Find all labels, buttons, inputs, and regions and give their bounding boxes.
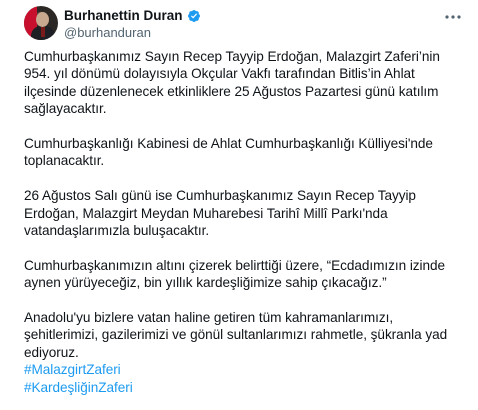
author-handle[interactable]: @burhanduran — [64, 25, 201, 40]
tweet-paragraph: Anadolu'yu bizlere vatan haline getiren … — [24, 310, 448, 360]
hashtag-link[interactable]: #MalazgirtZaferi — [24, 361, 464, 378]
more-options-icon[interactable] — [442, 10, 464, 24]
author-names: Burhanettin Duran @burhanduran — [64, 7, 201, 40]
tweet-paragraph: 26 Ağustos Salı günü ise Cumhurbaşkanımı… — [24, 188, 416, 239]
avatar[interactable] — [24, 6, 58, 40]
tweet-card: Burhanettin Duran @burhanduran Cumhurbaş… — [0, 0, 478, 410]
verified-badge-icon — [187, 9, 200, 22]
hashtag-link[interactable]: #KardeşliğinZaferi — [24, 379, 464, 396]
tweet-paragraph: Cumhurbaşkanlığı Kabinesi de Ahlat Cumhu… — [24, 136, 433, 169]
display-name-row: Burhanettin Duran — [64, 7, 201, 24]
display-name[interactable]: Burhanettin Duran — [64, 8, 183, 23]
tweet-paragraph: Cumhurbaşkanımızın altını çizerek belirt… — [24, 257, 446, 291]
tweet-text: Cumhurbaşkanımız Sayın Recep Tayyip Erdo… — [24, 48, 464, 396]
tweet-header: Burhanettin Duran @burhanduran — [24, 6, 464, 42]
avatar-face — [36, 12, 49, 27]
tweet-paragraph: Cumhurbaşkanımız Sayın Recep Tayyip Erdo… — [24, 49, 440, 117]
avatar-tie — [41, 27, 45, 37]
